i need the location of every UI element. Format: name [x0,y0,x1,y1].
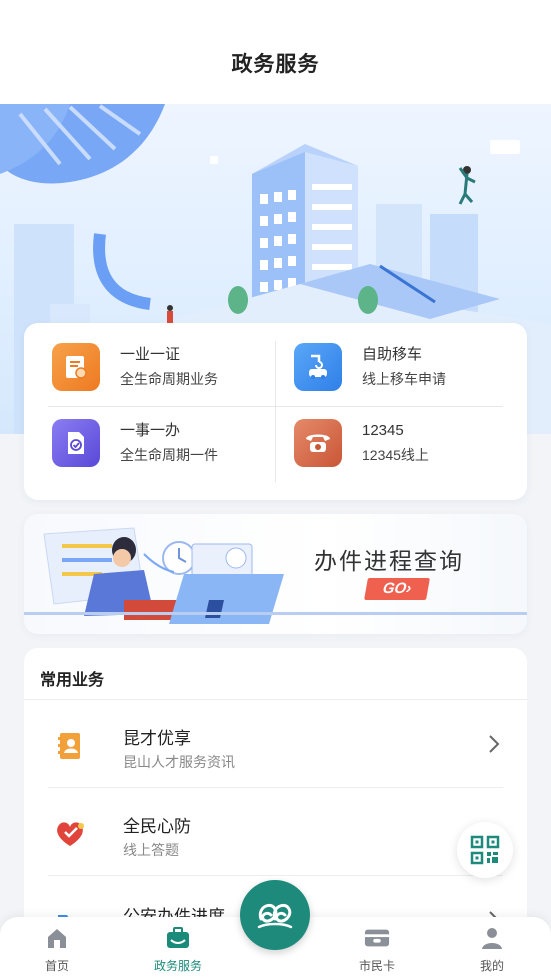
qr-code-icon [470,835,500,865]
item-title: 昆才优享 [123,729,191,748]
office-worker-illustration [43,527,284,624]
tab-label: 我的 [479,959,504,973]
quick-services-card: 一业一证 全生命周期业务 自助移车 线上移车申请 一事一办 全生命周期一件 12… [24,323,527,500]
service-title: 一业一证 [120,346,181,363]
banner-baseline [24,612,527,615]
item-subtitle: 昆山人才服务资讯 [123,754,235,770]
tab-mine[interactable]: 我的 [452,925,532,975]
card-icon [364,925,390,951]
service-one-matter-one-process[interactable]: 一事一办 全生命周期一件 [52,413,272,473]
service-title: 12345 [362,422,404,439]
tab-label: 政务服务 [153,959,202,973]
service-title: 一事一办 [120,422,181,439]
tab-citizen-card[interactable]: 市民卡 [337,925,417,975]
home-icon [44,925,70,951]
tow-car-icon [294,343,342,391]
section-title: 常用业务 [40,672,105,689]
progress-query-banner[interactable]: 办件进程查询 GO› [24,514,527,634]
service-subtitle: 线上移车申请 [362,371,446,387]
document-check-icon [52,419,100,467]
page-title: 政务服务 [231,53,320,76]
divider [48,406,503,407]
item-title: 全民心防 [123,817,191,836]
banner-title: 办件进程查询 [314,548,464,574]
list-item-quanmin-xinfang[interactable]: 全民心防 线上答题 [24,788,527,876]
chevron-right-icon [489,735,500,753]
tab-government-services[interactable]: 政务服务 [138,925,218,975]
qr-code-button[interactable] [457,822,513,878]
list-item-kuncai-youxiang[interactable]: 昆才优享 昆山人才服务资讯 [24,700,527,788]
service-one-industry-one-license[interactable]: 一业一证 全生命周期业务 [52,337,272,397]
user-icon [479,925,505,951]
item-subtitle: 线上答题 [123,842,179,858]
heart-shield-icon [52,816,88,852]
service-subtitle: 全生命周期业务 [120,371,218,387]
tab-home[interactable]: 首页 [17,925,97,975]
phone-icon [294,419,342,467]
contact-book-icon [52,728,88,764]
service-title: 自助移车 [362,346,423,363]
go-button[interactable]: GO› [364,578,430,600]
center-logo-button[interactable] [240,880,310,950]
service-12345-hotline[interactable]: 12345 12345线上 [294,413,514,473]
divider [275,341,276,482]
service-subtitle: 12345线上 [362,447,429,463]
tab-label: 首页 [44,959,69,973]
service-self-move-car[interactable]: 自助移车 线上移车申请 [294,337,514,397]
logo-icon [257,903,293,929]
briefcase-icon [165,925,191,951]
page: 政务服务 一业一证 全生命周期业务 自助移车 线上移车申请 一事一办 全生命周期… [0,0,551,979]
tab-label: 市民卡 [358,959,395,973]
service-subtitle: 全生命周期一件 [120,447,218,463]
top-bar: 政务服务 [0,0,551,104]
certificate-icon [52,343,100,391]
